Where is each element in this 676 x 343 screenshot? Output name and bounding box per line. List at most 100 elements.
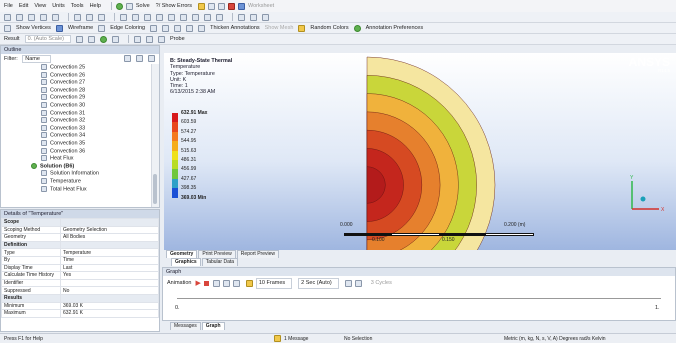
tree-item[interactable]: Convection 33	[41, 124, 85, 132]
tab-graphics[interactable]: Graphics	[171, 258, 201, 266]
details-value[interactable]: Temperature	[60, 248, 159, 257]
tree-item[interactable]: Convection 28	[41, 86, 85, 94]
details-value[interactable]: Last	[60, 263, 159, 273]
details-value[interactable]: No	[60, 286, 159, 295]
menu-help[interactable]: Help	[90, 3, 101, 9]
tree-item[interactable]: Convection 32	[41, 117, 85, 124]
select-mode-icon[interactable]	[74, 13, 81, 21]
solve-icon[interactable]	[125, 2, 133, 10]
stop-icon[interactable]	[203, 281, 209, 286]
select-edge-icon[interactable]	[28, 13, 35, 21]
edges-display-icon[interactable]	[99, 35, 107, 43]
collapse-tree-icon[interactable]	[147, 55, 155, 63]
filter-search-icon[interactable]	[124, 55, 132, 63]
menu-tools[interactable]: Tools	[71, 3, 84, 9]
details-value[interactable]: All Bodies	[60, 233, 159, 242]
tree-item[interactable]: Convection 26	[41, 71, 85, 79]
edge-coloring-dropdown[interactable]: Edge Coloring	[110, 25, 145, 31]
solve-button[interactable]: Solve	[136, 3, 150, 9]
outline-scroll-thumb[interactable]	[153, 174, 157, 204]
tab-report-preview[interactable]: Report Preview	[236, 250, 279, 258]
max-icon[interactable]	[133, 35, 141, 43]
select-face-icon[interactable]	[40, 13, 47, 21]
filter-dropdown[interactable]: Name	[22, 55, 51, 63]
worksheet-button[interactable]: Worksheet	[248, 3, 274, 9]
details-value[interactable]: 369.03 K	[60, 301, 159, 311]
menu-file[interactable]: File	[4, 3, 13, 9]
probe-button[interactable]: Probe	[170, 36, 185, 42]
edge-style-1-icon[interactable]	[150, 24, 158, 32]
tree-item[interactable]: Convection 35	[41, 140, 85, 147]
tree-item[interactable]: Temperature	[41, 178, 81, 185]
zoom-graph-icon[interactable]	[354, 280, 362, 287]
tree-item[interactable]: Total Heat Flux	[41, 185, 87, 193]
tab-geometry[interactable]: Geometry	[166, 250, 198, 258]
graphics-viewport[interactable]: B: Steady-State Thermal Temperature Type…	[164, 53, 676, 250]
rotate-icon[interactable]	[120, 13, 127, 21]
tree-item[interactable]: Convection 30	[41, 102, 85, 109]
image-icon[interactable]	[218, 2, 226, 10]
edge-style-2-icon[interactable]	[162, 24, 170, 32]
isometric-view-icon[interactable]	[216, 13, 223, 21]
zoom-icon[interactable]	[144, 13, 151, 21]
tab-print-preview[interactable]: Print Preview	[198, 250, 236, 258]
wireframe-button[interactable]: Wireframe	[68, 25, 93, 31]
vector-icon[interactable]	[111, 35, 119, 43]
duration-dropdown[interactable]: 2 Sec (Auto)	[298, 278, 339, 289]
coordinate-triad[interactable]: Y X	[619, 173, 669, 223]
export-video-icon[interactable]	[232, 280, 240, 287]
label-icon[interactable]	[238, 2, 246, 10]
next-view-icon[interactable]	[204, 13, 211, 21]
tab-tabular-data[interactable]: Tabular Data	[201, 258, 239, 266]
show-errors-button[interactable]: ?/ Show Errors	[156, 3, 192, 9]
tree-item[interactable]: Convection 31	[41, 109, 85, 117]
edge-style-3-icon[interactable]	[174, 24, 182, 32]
tree-item[interactable]: Convection 34	[41, 132, 85, 139]
distributed-frames-icon[interactable]	[212, 280, 220, 287]
select-body-icon[interactable]	[52, 13, 59, 21]
tree-item[interactable]: Convection 29	[41, 94, 85, 101]
previous-view-icon[interactable]	[192, 13, 199, 21]
min-icon[interactable]	[145, 35, 153, 43]
details-section-row[interactable]: Scope	[1, 218, 159, 227]
tree-item[interactable]: Convection 27	[41, 79, 85, 86]
magnifier-icon[interactable]	[180, 13, 187, 21]
tree-item[interactable]: Solution (B6)	[31, 162, 74, 170]
result-scale-dropdown[interactable]: 0. (Auto Scale)	[24, 35, 71, 43]
menu-edit[interactable]: Edit	[19, 3, 28, 9]
details-value[interactable]: Yes	[60, 271, 159, 280]
result-sets-icon[interactable]	[222, 280, 230, 287]
menu-units[interactable]: Units	[52, 3, 65, 9]
select-all-icon[interactable]	[98, 13, 105, 21]
show-mesh-button[interactable]: Show Mesh	[265, 25, 294, 31]
extend-selection-icon[interactable]	[86, 13, 93, 21]
play-icon[interactable]: ▶	[195, 279, 200, 288]
pan-icon[interactable]	[132, 13, 139, 21]
random-colors-button[interactable]: Random Colors	[310, 25, 348, 31]
details-section-row[interactable]: Definition	[1, 240, 159, 250]
tree-item[interactable]: Solution Information	[41, 170, 99, 177]
annotation-preferences-button[interactable]: Annotation Preferences	[366, 25, 423, 31]
probe-tool-icon[interactable]	[198, 2, 206, 10]
status-messages[interactable]: 1 Message	[284, 336, 344, 342]
details-value[interactable]: Geometry Selection	[60, 225, 159, 235]
edge-style-4-icon[interactable]	[186, 24, 194, 32]
details-section-row[interactable]: Results	[1, 293, 159, 303]
show-vertices-button[interactable]: Show Vertices	[16, 25, 51, 31]
frames-dropdown[interactable]: 10 Frames	[255, 278, 293, 289]
tree-item[interactable]: Heat Flux	[41, 155, 74, 162]
details-value[interactable]	[60, 278, 159, 288]
box-zoom-icon[interactable]	[156, 13, 163, 21]
details-value[interactable]: 632.91 K	[60, 309, 159, 318]
layout-icon[interactable]	[262, 13, 269, 21]
table-icon[interactable]	[208, 2, 216, 10]
export-icon[interactable]	[344, 280, 352, 287]
refresh-icon[interactable]	[115, 2, 123, 10]
tree-item[interactable]: Convection 36	[41, 147, 85, 155]
select-point-icon[interactable]	[4, 13, 11, 21]
zoom-fit-icon[interactable]	[168, 13, 175, 21]
tab-messages[interactable]: Messages	[170, 322, 201, 330]
thicken-annotations-button[interactable]: Thicken Annotations	[210, 25, 260, 31]
contour-icon[interactable]	[87, 35, 95, 43]
set-view-icon[interactable]	[238, 13, 245, 21]
